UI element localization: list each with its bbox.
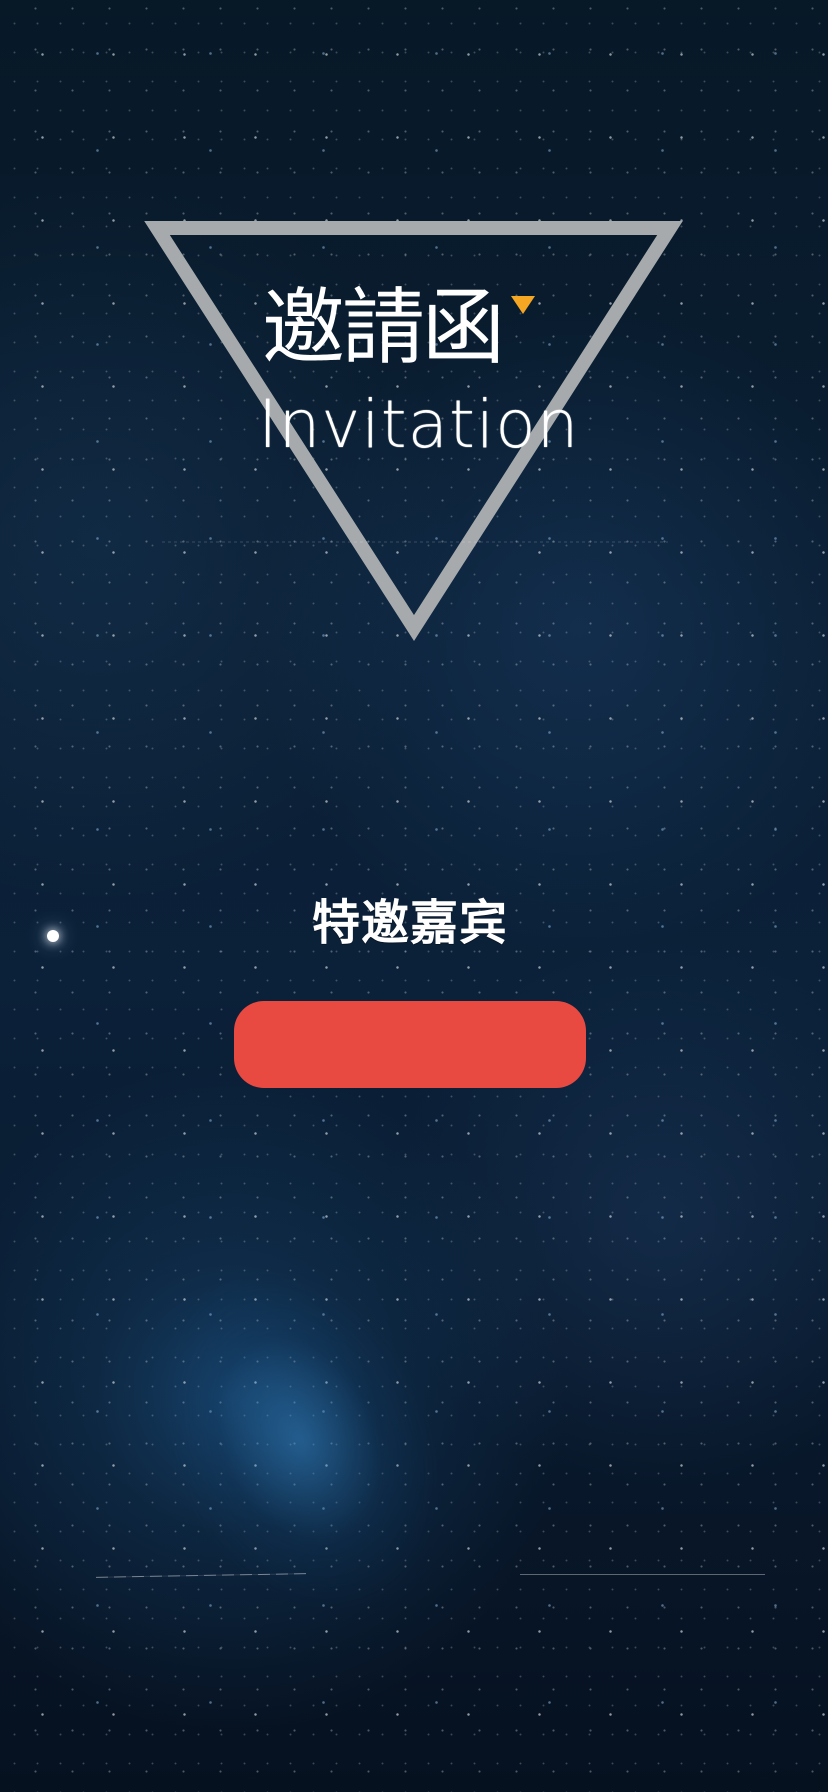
footer-right-line [520,1574,765,1575]
logo-chinese-title: 邀請函 [262,279,505,376]
logo-english-title: Invitation [258,386,580,463]
guest-button[interactable] [234,1001,586,1088]
special-guest-label: 特邀嘉宾 [311,895,508,951]
bright-star [47,930,59,942]
invitation-screen: 邀請函 Invitation 特邀嘉宾 [0,0,828,1792]
